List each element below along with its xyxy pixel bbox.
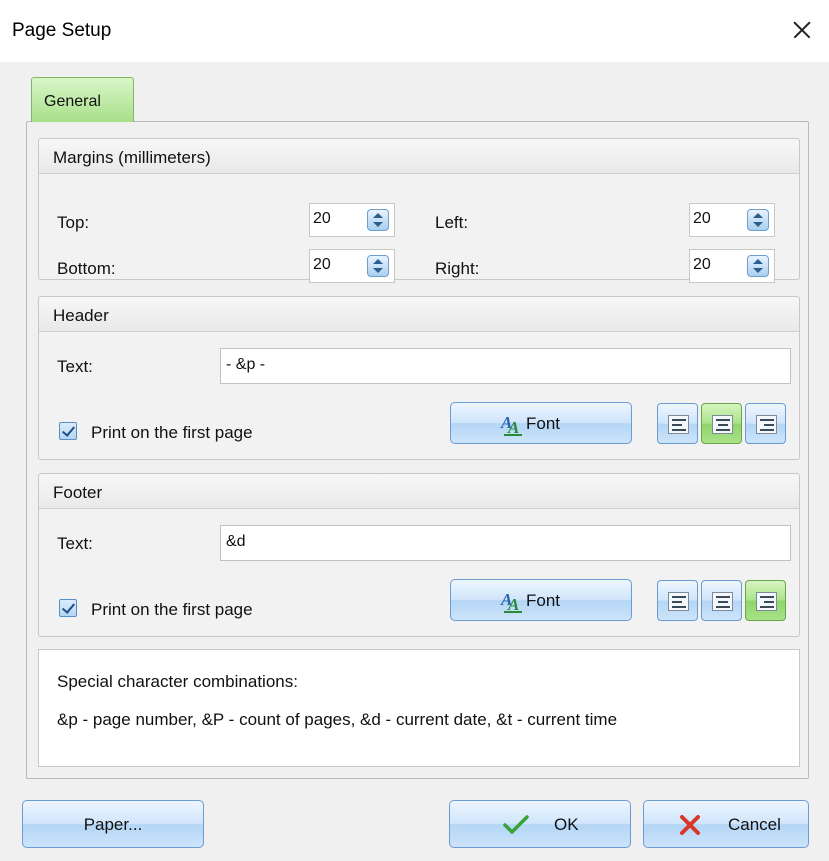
- align-left-icon: [668, 415, 689, 434]
- header-text-input[interactable]: - &p -: [220, 348, 791, 384]
- header-font-button[interactable]: A A Font: [450, 402, 632, 444]
- footer-align-center-button[interactable]: [701, 580, 742, 621]
- header-text-label: Text:: [57, 357, 93, 376]
- footer-text-label: Text:: [57, 534, 93, 553]
- footer-text-input[interactable]: &d: [220, 525, 791, 561]
- margins-group: Margins (millimeters) Top: 20 Bottom: 20…: [38, 138, 800, 283]
- header-align-right-button[interactable]: [745, 403, 786, 444]
- left-margin-value: 20: [693, 210, 711, 227]
- header-first-page-label: Print on the first page: [91, 423, 253, 442]
- right-label: Right:: [435, 259, 480, 278]
- bottom-label: Bottom:: [57, 259, 116, 278]
- paper-button[interactable]: Paper...: [22, 800, 204, 848]
- header-align-left-button[interactable]: [657, 403, 698, 444]
- align-right-icon: [756, 592, 777, 611]
- spin-icon[interactable]: [747, 255, 769, 277]
- footer-font-label: Font: [526, 591, 561, 610]
- header-align-center-button[interactable]: [701, 403, 742, 444]
- special-chars-info: Special character combinations: &p - pag…: [38, 649, 800, 767]
- font-icon: A A: [500, 413, 522, 437]
- cancel-button[interactable]: Cancel: [643, 800, 809, 848]
- top-margin-input[interactable]: 20: [309, 203, 395, 237]
- spin-icon[interactable]: [367, 209, 389, 231]
- right-margin-input[interactable]: 20: [689, 249, 775, 283]
- top-margin-value: 20: [313, 210, 331, 227]
- tab-general[interactable]: General: [31, 77, 134, 122]
- footer-text-value: &d: [226, 533, 246, 550]
- footer-font-button[interactable]: A A Font: [450, 579, 632, 621]
- footer-align-left-button[interactable]: [657, 580, 698, 621]
- align-left-icon: [668, 592, 689, 611]
- margins-group-title: Margins (millimeters): [39, 139, 799, 174]
- header-group-title: Header: [39, 297, 799, 332]
- tab-general-label: General: [44, 93, 101, 110]
- align-center-icon: [712, 415, 733, 434]
- cancel-x-icon: [680, 815, 700, 835]
- footer-align-right-button[interactable]: [745, 580, 786, 621]
- header-text-value: - &p -: [226, 356, 266, 373]
- header-first-page-checkbox[interactable]: [59, 422, 77, 440]
- ok-button-label: OK: [554, 815, 579, 834]
- footer-group-title: Footer: [39, 474, 799, 509]
- special-chars-title: Special character combinations:: [57, 672, 298, 691]
- right-margin-value: 20: [693, 256, 711, 273]
- spin-icon[interactable]: [367, 255, 389, 277]
- title-bar: Page Setup: [0, 0, 829, 62]
- align-right-icon: [756, 415, 777, 434]
- header-font-label: Font: [526, 414, 561, 433]
- ok-button[interactable]: OK: [449, 800, 631, 848]
- window-title: Page Setup: [12, 20, 112, 41]
- bottom-margin-value: 20: [313, 256, 331, 273]
- tab-panel: Margins (millimeters) Top: 20 Bottom: 20…: [26, 121, 809, 779]
- footer-first-page-checkbox[interactable]: [59, 599, 77, 617]
- left-margin-input[interactable]: 20: [689, 203, 775, 237]
- align-center-icon: [712, 592, 733, 611]
- ok-check-icon: [503, 815, 529, 834]
- left-label: Left:: [435, 213, 469, 232]
- close-icon[interactable]: [781, 10, 821, 50]
- header-group: Header Text: - &p - Print on the first p…: [38, 296, 800, 460]
- footer-group: Footer Text: &d Print on the first page …: [38, 473, 800, 637]
- special-chars-text: &p - page number, &P - count of pages, &…: [57, 710, 618, 729]
- footer-first-page-label: Print on the first page: [91, 600, 253, 619]
- paper-button-label: Paper...: [83, 815, 143, 834]
- bottom-margin-input[interactable]: 20: [309, 249, 395, 283]
- spin-icon[interactable]: [747, 209, 769, 231]
- top-label: Top:: [57, 213, 90, 232]
- cancel-button-label: Cancel: [728, 815, 781, 834]
- font-icon: A A: [500, 590, 522, 614]
